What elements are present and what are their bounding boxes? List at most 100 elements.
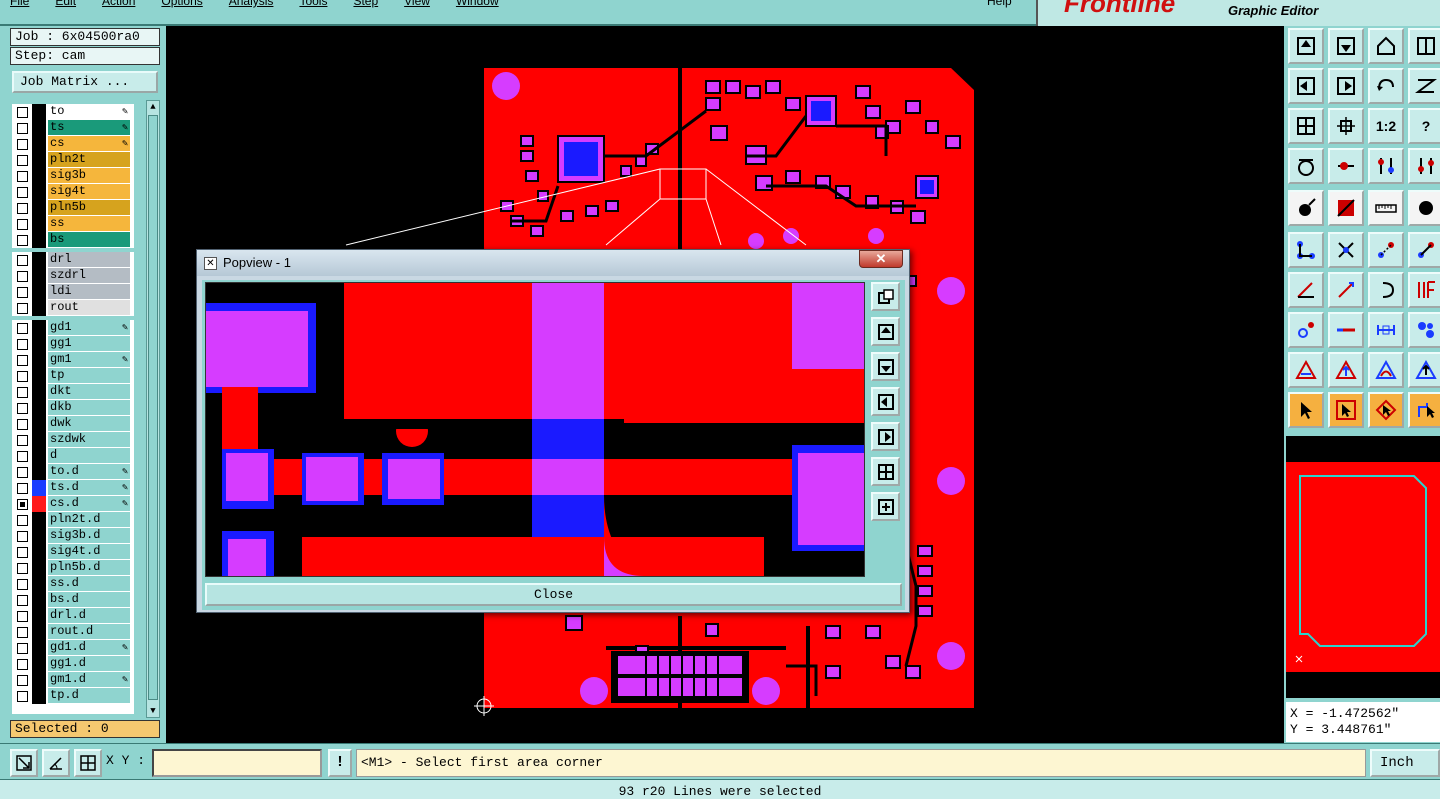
layer-name[interactable]: tp.d — [48, 688, 130, 703]
layer-name[interactable]: pln5b — [48, 200, 130, 215]
layer-checkbox[interactable] — [17, 563, 28, 574]
layer-color-swatch[interactable] — [32, 640, 46, 656]
layer-checkbox[interactable] — [17, 107, 28, 118]
layer-color-swatch[interactable] — [32, 432, 46, 448]
grid-snap-button[interactable] — [74, 749, 102, 777]
layer-name[interactable]: drl — [48, 252, 130, 267]
layer-checkbox[interactable] — [17, 627, 28, 638]
layer-color-swatch[interactable] — [32, 368, 46, 384]
xy-input[interactable] — [152, 749, 322, 777]
layer-checkbox[interactable] — [17, 467, 28, 478]
menu-options[interactable]: Options — [161, 0, 202, 8]
menu-tools[interactable]: Tools — [299, 0, 327, 8]
close-icon[interactable]: ✕ — [859, 250, 903, 268]
layer-row-gd1-d[interactable]: gd1.d ✎ — [12, 640, 134, 656]
popview-link-button[interactable] — [871, 282, 900, 311]
layer-color-swatch[interactable] — [32, 232, 46, 248]
layer-row-gg1-d[interactable]: gg1.d — [12, 656, 134, 672]
connect-pair-button[interactable] — [1408, 232, 1440, 268]
job-matrix-button[interactable]: Job Matrix ... — [12, 71, 158, 93]
dimension-button[interactable] — [1368, 312, 1404, 348]
layer-checkbox[interactable] — [17, 643, 28, 654]
layer-checkbox[interactable] — [17, 451, 28, 462]
layer-checkbox[interactable] — [17, 691, 28, 702]
layer-name[interactable]: dkt — [48, 384, 130, 399]
layer-color-swatch[interactable] — [32, 464, 46, 480]
layer-checkbox[interactable] — [17, 155, 28, 166]
layer-checkbox[interactable] — [17, 355, 28, 366]
layer-color-swatch[interactable] — [32, 336, 46, 352]
layer-checkbox[interactable] — [17, 531, 28, 542]
add-pad-button[interactable] — [1288, 190, 1324, 226]
layer-row-ss[interactable]: ss — [12, 216, 134, 232]
layer-color-swatch[interactable] — [32, 252, 46, 268]
execute-button[interactable]: ! — [328, 749, 352, 777]
layer-color-swatch[interactable] — [32, 624, 46, 640]
snap-button[interactable] — [1328, 148, 1364, 184]
layer-color-swatch[interactable] — [32, 136, 46, 152]
layer-checkbox[interactable] — [17, 547, 28, 558]
layer-row-rout-d[interactable]: rout.d — [12, 624, 134, 640]
window-layout-button[interactable] — [1408, 28, 1440, 64]
layer-checkbox[interactable] — [17, 403, 28, 414]
layer-list-scrollbar[interactable]: ▲ ▼ — [146, 100, 160, 718]
layer-color-swatch[interactable] — [32, 268, 46, 284]
layer-row-ts-d[interactable]: ts.d ✎ — [12, 480, 134, 496]
layer-color-swatch[interactable] — [32, 656, 46, 672]
layer-name[interactable]: dwk — [48, 416, 130, 431]
layer-name[interactable]: ts.d ✎ — [48, 480, 130, 495]
select-polygon-button[interactable] — [1368, 392, 1404, 428]
layer-name[interactable]: bs.d — [48, 592, 130, 607]
layer-row-to-d[interactable]: to.d ✎ — [12, 464, 134, 480]
angle-mode-button[interactable] — [42, 749, 70, 777]
menu-step[interactable]: Step — [353, 0, 378, 8]
layer-name[interactable]: tp — [48, 368, 130, 383]
layer-color-swatch[interactable] — [32, 528, 46, 544]
layer-name[interactable]: cs ✎ — [48, 136, 130, 151]
board-overview[interactable] — [1286, 436, 1440, 698]
layer-row-dwk[interactable]: dwk — [12, 416, 134, 432]
layer-checkbox[interactable] — [17, 387, 28, 398]
layer-checkbox[interactable] — [17, 123, 28, 134]
layer-row-bs[interactable]: bs — [12, 232, 134, 248]
redraw-button[interactable] — [1368, 68, 1404, 104]
scroll-thumb[interactable] — [148, 115, 158, 700]
menu-window[interactable]: Window — [456, 0, 499, 8]
popview-close-button[interactable]: Close — [205, 583, 902, 606]
layer-row-pln2t-d[interactable]: pln2t.d — [12, 512, 134, 528]
layer-name[interactable]: sig4t.d — [48, 544, 130, 559]
layer-color-swatch[interactable] — [32, 352, 46, 368]
layer-color-swatch[interactable] — [32, 104, 46, 120]
scale-one-to-two-button[interactable]: 1:2 — [1368, 108, 1404, 144]
layer-name[interactable]: drl.d — [48, 608, 130, 623]
layer-color-swatch[interactable] — [32, 200, 46, 216]
layer-color-swatch[interactable] — [32, 284, 46, 300]
layer-color-swatch[interactable] — [32, 168, 46, 184]
layer-checkbox[interactable] — [17, 659, 28, 670]
layer-row-tp-d[interactable]: tp.d — [12, 688, 134, 704]
select-button[interactable] — [1288, 392, 1324, 428]
layer-name[interactable]: rout — [48, 300, 130, 315]
layer-checkbox[interactable] — [17, 483, 28, 494]
layer-name[interactable]: ss — [48, 216, 130, 231]
layer-row-drl-d[interactable]: drl.d — [12, 608, 134, 624]
layer-checkbox[interactable] — [17, 371, 28, 382]
layer-checkbox[interactable] — [17, 323, 28, 334]
zigzag-button[interactable] — [1408, 68, 1440, 104]
pan-down-button[interactable] — [1328, 28, 1364, 64]
layer-row-drl[interactable]: drl — [12, 252, 134, 268]
layer-name[interactable]: bs — [48, 232, 130, 247]
popview-pan-down-button[interactable] — [871, 352, 900, 381]
add-round-pad-button[interactable] — [1408, 190, 1440, 226]
layer-color-swatch[interactable] — [32, 544, 46, 560]
layer-name[interactable]: gd1 ✎ — [48, 320, 130, 335]
layer-color-swatch[interactable] — [32, 120, 46, 136]
layer-row-sig4t-d[interactable]: sig4t.d — [12, 544, 134, 560]
layer-row-gg1[interactable]: gg1 — [12, 336, 134, 352]
polygon-move-button[interactable] — [1408, 352, 1440, 388]
layer-name[interactable]: gm1 ✎ — [48, 352, 130, 367]
layer-row-sig4t[interactable]: sig4t — [12, 184, 134, 200]
layer-name[interactable]: pln5b.d — [48, 560, 130, 575]
display-settings-button[interactable] — [1288, 148, 1324, 184]
layer-checkbox[interactable] — [17, 219, 28, 230]
